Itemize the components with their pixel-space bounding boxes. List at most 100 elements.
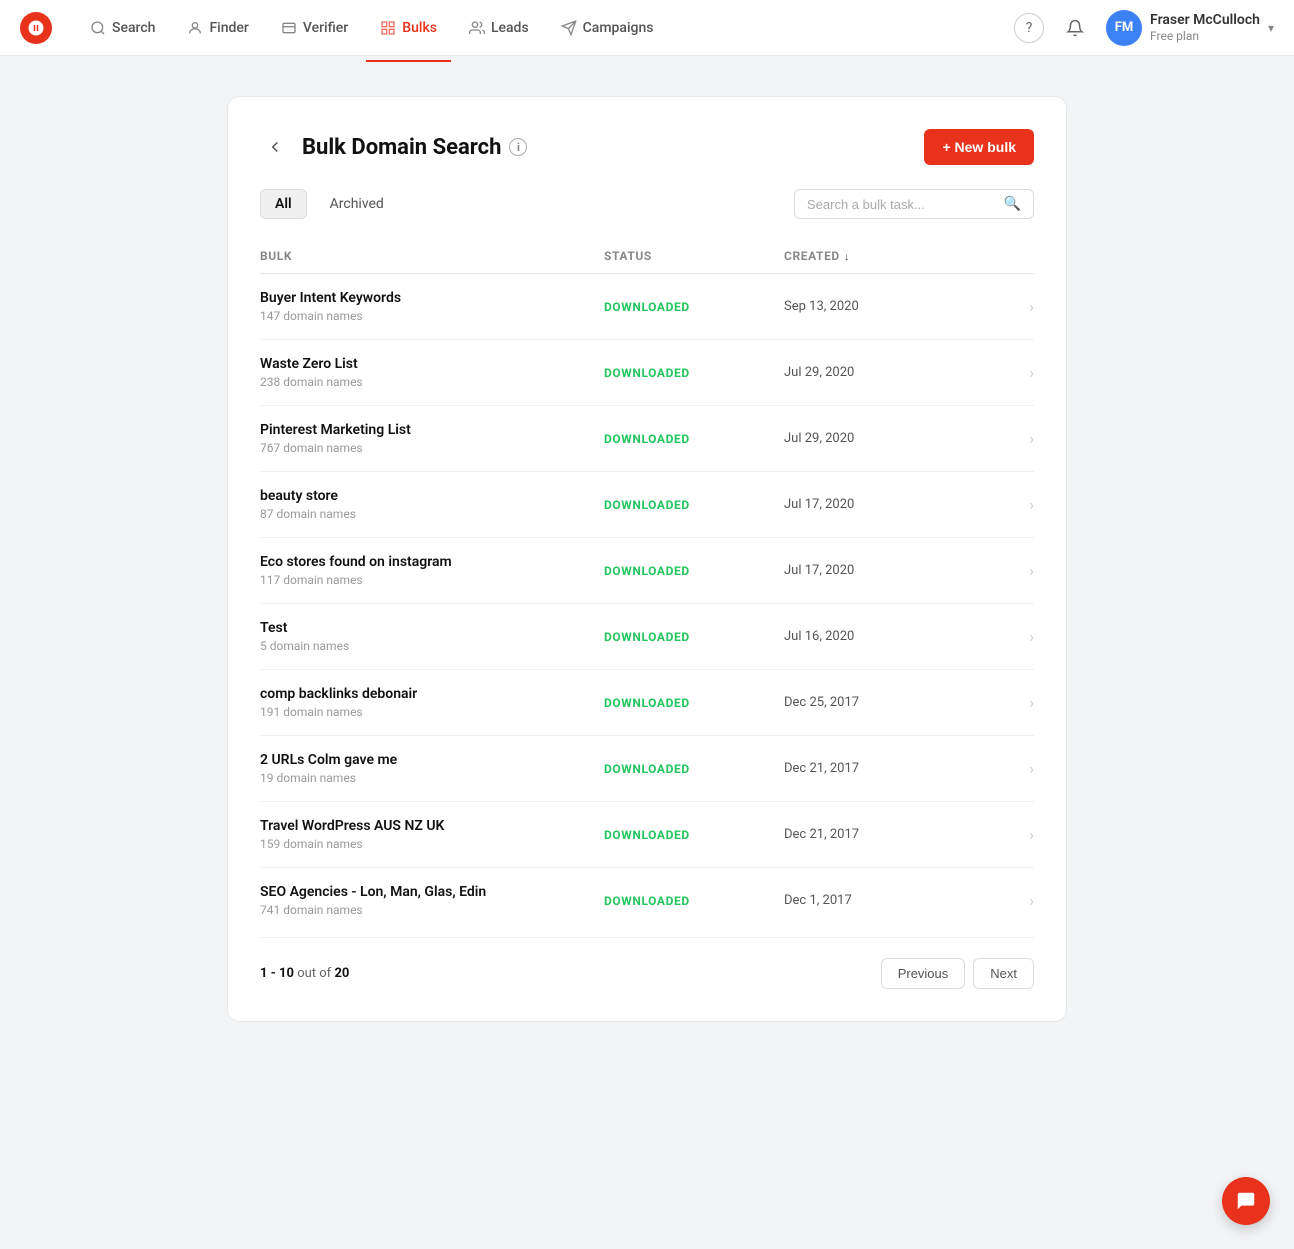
search-input[interactable] — [807, 197, 996, 212]
previous-button[interactable]: Previous — [881, 958, 966, 989]
nav-finder[interactable]: Finder — [173, 12, 262, 44]
bulk-name: Test — [260, 620, 604, 636]
table-row[interactable]: Travel WordPress AUS NZ UK 159 domain na… — [260, 802, 1034, 868]
filters-bar: All Archived 🔍 — [260, 189, 1034, 219]
chevron-right-icon: › — [984, 891, 1034, 910]
bulk-count: 741 domain names — [260, 903, 604, 917]
created-date: Jul 17, 2020 — [784, 497, 984, 512]
status-badge: DOWNLOADED — [604, 696, 784, 710]
sort-icon: ↓ — [844, 250, 850, 263]
status-badge: DOWNLOADED — [604, 894, 784, 908]
filter-tabs: All Archived — [260, 189, 399, 219]
status-badge: DOWNLOADED — [604, 300, 784, 314]
status-badge: DOWNLOADED — [604, 630, 784, 644]
bulk-info: SEO Agencies - Lon, Man, Glas, Edin 741 … — [260, 884, 604, 917]
status-badge: DOWNLOADED — [604, 762, 784, 776]
notifications-button[interactable] — [1060, 13, 1090, 43]
nav-bulks[interactable]: Bulks — [366, 12, 451, 44]
table-row[interactable]: Buyer Intent Keywords 147 domain names D… — [260, 274, 1034, 340]
created-date: Sep 13, 2020 — [784, 299, 984, 314]
page-title: Bulk Domain Search i — [302, 135, 527, 160]
chevron-right-icon: › — [984, 759, 1034, 778]
table-row[interactable]: Waste Zero List 238 domain names DOWNLOA… — [260, 340, 1034, 406]
user-menu[interactable]: FM Fraser McCulloch Free plan ▾ — [1106, 10, 1274, 46]
col-bulk: BULK — [260, 249, 604, 263]
created-date: Jul 16, 2020 — [784, 629, 984, 644]
chevron-right-icon: › — [984, 429, 1034, 448]
bulk-name: comp backlinks debonair — [260, 686, 604, 702]
bulk-count: 191 domain names — [260, 705, 604, 719]
status-badge: DOWNLOADED — [604, 828, 784, 842]
nav-campaigns[interactable]: Campaigns — [547, 12, 668, 44]
created-date: Dec 1, 2017 — [784, 893, 984, 908]
pagination-info: 1 - 10 out of 20 — [260, 966, 349, 981]
bulk-count: 767 domain names — [260, 441, 604, 455]
table-row[interactable]: Pinterest Marketing List 767 domain name… — [260, 406, 1034, 472]
next-button[interactable]: Next — [973, 958, 1034, 989]
nav-items: Search Finder Verifier Bulks Leads Campa… — [76, 12, 1014, 44]
bulk-name: Pinterest Marketing List — [260, 422, 604, 438]
filter-all[interactable]: All — [260, 189, 307, 219]
chevron-right-icon: › — [984, 627, 1034, 646]
bulk-name: Travel WordPress AUS NZ UK — [260, 818, 604, 834]
bulk-info: beauty store 87 domain names — [260, 488, 604, 521]
nav-search[interactable]: Search — [76, 12, 169, 44]
page-header-left: Bulk Domain Search i — [260, 132, 527, 162]
created-date: Dec 21, 2017 — [784, 761, 984, 776]
bulk-info: Eco stores found on instagram 117 domain… — [260, 554, 604, 587]
bulk-count: 147 domain names — [260, 309, 604, 323]
table-row[interactable]: Test 5 domain names DOWNLOADED Jul 16, 2… — [260, 604, 1034, 670]
help-button[interactable]: ? — [1014, 13, 1044, 43]
created-date: Jul 17, 2020 — [784, 563, 984, 578]
table-row[interactable]: comp backlinks debonair 191 domain names… — [260, 670, 1034, 736]
logo[interactable] — [20, 12, 52, 44]
table-row[interactable]: 2 URLs Colm gave me 19 domain names DOWN… — [260, 736, 1034, 802]
bulk-count: 159 domain names — [260, 837, 604, 851]
bulk-info: Pinterest Marketing List 767 domain name… — [260, 422, 604, 455]
table-row[interactable]: Eco stores found on instagram 117 domain… — [260, 538, 1034, 604]
bulk-info: Waste Zero List 238 domain names — [260, 356, 604, 389]
nav-leads[interactable]: Leads — [455, 12, 543, 44]
bulk-info: comp backlinks debonair 191 domain names — [260, 686, 604, 719]
bulk-name: Buyer Intent Keywords — [260, 290, 604, 306]
table-header: BULK STATUS CREATED ↓ — [260, 239, 1034, 274]
created-date: Dec 21, 2017 — [784, 827, 984, 842]
chat-button[interactable] — [1222, 1177, 1270, 1225]
back-button[interactable] — [260, 132, 290, 162]
table-row[interactable]: SEO Agencies - Lon, Man, Glas, Edin 741 … — [260, 868, 1034, 933]
table-row[interactable]: beauty store 87 domain names DOWNLOADED … — [260, 472, 1034, 538]
info-icon[interactable]: i — [509, 138, 527, 156]
bulk-name: beauty store — [260, 488, 604, 504]
chevron-right-icon: › — [984, 561, 1034, 580]
status-badge: DOWNLOADED — [604, 432, 784, 446]
bulk-domain-search-panel: Bulk Domain Search i + New bulk All Arch… — [227, 96, 1067, 1022]
bulk-info: Test 5 domain names — [260, 620, 604, 653]
search-box[interactable]: 🔍 — [794, 189, 1034, 219]
nav-verifier[interactable]: Verifier — [267, 12, 362, 44]
bulk-count: 238 domain names — [260, 375, 604, 389]
status-badge: DOWNLOADED — [604, 366, 784, 380]
nav-right: ? FM Fraser McCulloch Free plan ▾ — [1014, 10, 1274, 46]
chevron-right-icon: › — [984, 693, 1034, 712]
page-header: Bulk Domain Search i + New bulk — [260, 129, 1034, 165]
bulk-count: 19 domain names — [260, 771, 604, 785]
status-badge: DOWNLOADED — [604, 498, 784, 512]
avatar: FM — [1106, 10, 1142, 46]
status-badge: DOWNLOADED — [604, 564, 784, 578]
search-icon: 🔍 — [1004, 196, 1021, 212]
bulk-info: 2 URLs Colm gave me 19 domain names — [260, 752, 604, 785]
bulk-name: SEO Agencies - Lon, Man, Glas, Edin — [260, 884, 604, 900]
pagination: 1 - 10 out of 20 Previous Next — [260, 937, 1034, 989]
new-bulk-button[interactable]: + New bulk — [924, 129, 1034, 165]
table-body: Buyer Intent Keywords 147 domain names D… — [260, 274, 1034, 933]
bulk-name: Waste Zero List — [260, 356, 604, 372]
col-action — [984, 249, 1034, 263]
col-created[interactable]: CREATED ↓ — [784, 249, 984, 263]
filter-archived[interactable]: Archived — [315, 189, 399, 219]
main-content: Bulk Domain Search i + New bulk All Arch… — [0, 56, 1294, 1062]
user-plan: Free plan — [1150, 29, 1260, 45]
pagination-buttons: Previous Next — [881, 958, 1034, 989]
bulk-info: Travel WordPress AUS NZ UK 159 domain na… — [260, 818, 604, 851]
chevron-right-icon: › — [984, 363, 1034, 382]
created-date: Dec 25, 2017 — [784, 695, 984, 710]
